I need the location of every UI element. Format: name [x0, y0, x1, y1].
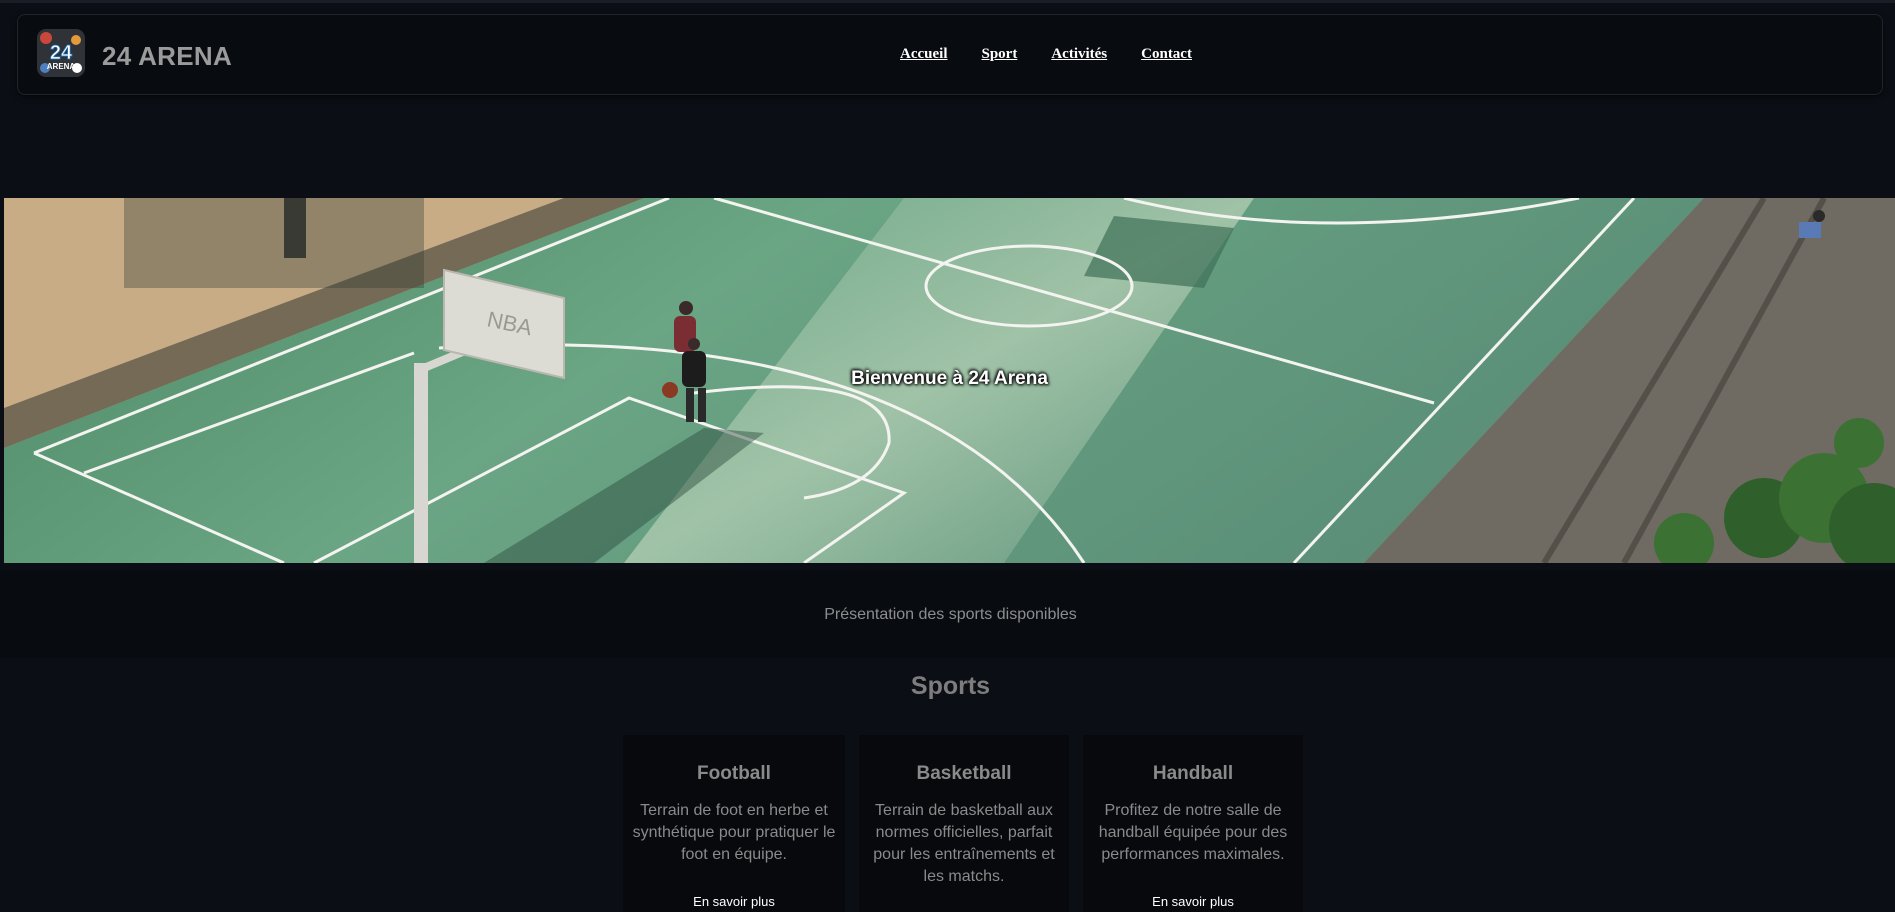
- main-nav: Accueil Sport Activités Contact: [900, 46, 1192, 63]
- hero-banner: NBA Bienvenue à 24 Arena: [4, 198, 1895, 563]
- card-text: Terrain de foot en herbe et synthétique …: [632, 802, 836, 863]
- sport-card-handball: Handball Profitez de notre salle de hand…: [1083, 735, 1303, 912]
- sports-section-title: Sports: [910, 672, 991, 700]
- site-header: 24 ARENA 24 ARENA Accueil Sport Activité…: [17, 14, 1883, 95]
- intro-text: Présentation des sports disponibles: [824, 606, 1077, 623]
- nav-link-accueil[interactable]: Accueil: [900, 46, 947, 63]
- sports-cards: Football Terrain de foot en herbe et syn…: [623, 735, 1303, 912]
- nav-link-activites[interactable]: Activités: [1051, 46, 1107, 63]
- card-text: Profitez de notre salle de handball équi…: [1098, 802, 1288, 863]
- logo-icon[interactable]: 24 ARENA: [36, 28, 86, 78]
- sport-card-football: Football Terrain de foot en herbe et syn…: [623, 735, 845, 912]
- card-title: Basketball: [916, 763, 1012, 784]
- card-title: Football: [697, 763, 771, 784]
- brand-name[interactable]: 24 ARENA: [102, 41, 232, 72]
- nav-link-sport[interactable]: Sport: [981, 46, 1017, 63]
- learn-more-link[interactable]: En savoir plus: [1083, 894, 1303, 909]
- learn-more-link[interactable]: En savoir plus: [623, 894, 845, 909]
- intro-section: Présentation des sports disponibles: [0, 570, 1895, 658]
- logo-number: 24: [50, 42, 73, 64]
- sport-card-basketball: Basketball Terrain de basketball aux nor…: [859, 735, 1069, 912]
- nav-link-contact[interactable]: Contact: [1141, 46, 1192, 63]
- card-title: Handball: [1152, 763, 1234, 784]
- browser-top-strip: [0, 0, 1895, 3]
- hero-title: Bienvenue à 24 Arena: [851, 368, 1048, 389]
- card-text: Terrain de basketball aux normes officie…: [873, 802, 1055, 885]
- logo-word: ARENA: [47, 62, 76, 71]
